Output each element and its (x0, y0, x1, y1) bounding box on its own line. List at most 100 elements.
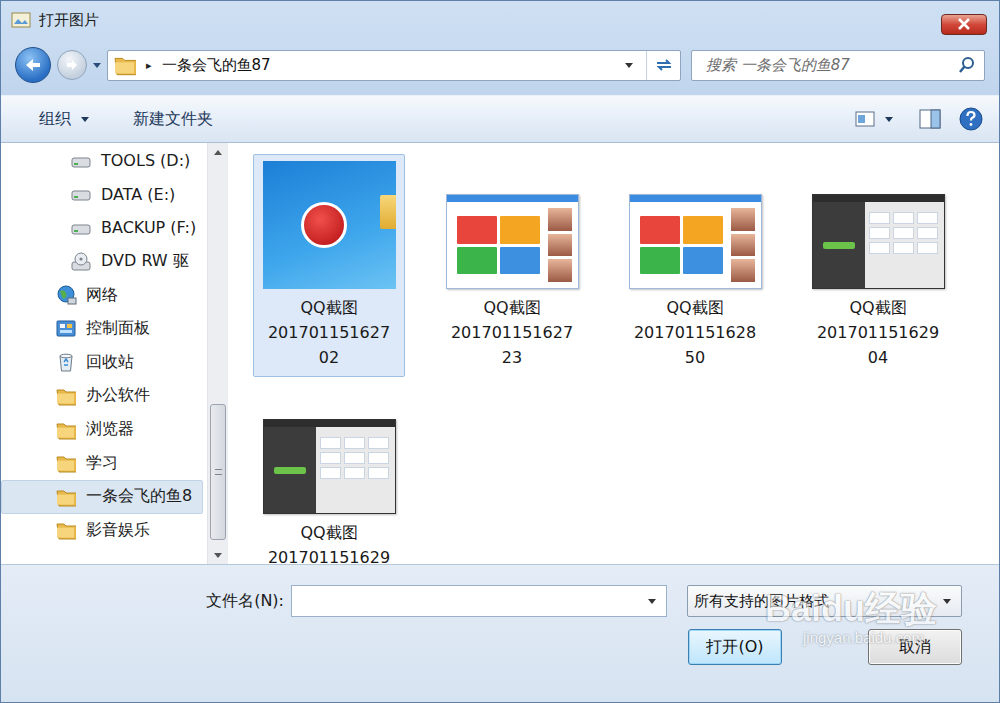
sidebar-item[interactable]: 浏览器 (1, 413, 203, 447)
thumb-tile (683, 247, 723, 275)
sidebar-item[interactable]: 回收站 (1, 346, 203, 380)
close-icon (957, 18, 971, 30)
organize-button[interactable]: 组织 (39, 109, 89, 130)
dialog-button[interactable]: 打开(O) (688, 629, 782, 665)
address-dropdown[interactable] (612, 51, 646, 80)
watermark-url: jingyan.baidu.com (803, 629, 924, 646)
file-name: QQ截图20170115162723 (450, 295, 574, 370)
sidebar-icon-slot (55, 284, 77, 306)
sidebar-item[interactable]: 网络 (1, 278, 203, 312)
file-name: QQ截图20170115162850 (633, 295, 757, 370)
help-icon[interactable] (959, 107, 983, 131)
sidebar-icon-slot (70, 183, 92, 205)
thumb-body (264, 427, 395, 513)
toolbar: 组织 新建文件夹 (1, 95, 999, 143)
search-placeholder: 搜索 一条会飞的鱼87 (706, 56, 850, 75)
sidebar-item[interactable]: 控制面板 (1, 312, 203, 346)
sidebar-icon-slot (55, 419, 77, 441)
refresh-button[interactable] (646, 51, 680, 80)
address-bar[interactable]: ▸ 一条会飞的鱼87 (107, 50, 681, 81)
new-folder-button[interactable]: 新建文件夹 (133, 109, 213, 130)
thumb-photos (548, 208, 572, 282)
file-item[interactable]: QQ截图20170115162702 (253, 154, 405, 377)
thumb-photo (548, 208, 572, 231)
grip-icon (215, 469, 222, 475)
thumb-titlebar (447, 195, 578, 202)
filename-input[interactable] (291, 585, 667, 617)
thumb-tile (640, 247, 680, 275)
thumb-cell (320, 452, 341, 464)
main-area: TOOLS (D:)DATA (E:)BACKUP (F:)DVD RW 驱网络… (1, 143, 999, 564)
sidebar-item[interactable]: 学习 (1, 446, 203, 480)
folder-icon (56, 487, 76, 507)
thumb-photos (731, 208, 755, 282)
folder-icon (56, 520, 76, 540)
sidebar-item[interactable]: DVD RW 驱 (1, 245, 203, 279)
sidebar-item[interactable]: DATA (E:) (1, 178, 203, 212)
thumb-body (630, 202, 761, 288)
sidebar-item[interactable]: 一条会飞的鱼8 (1, 480, 203, 514)
sidebar-icon-slot (55, 351, 77, 373)
thumb-cell (320, 467, 341, 479)
sidebar-item[interactable]: 影音娱乐 (1, 514, 203, 548)
preview-pane-icon[interactable] (919, 109, 941, 129)
sidebar-icon-slot (55, 452, 77, 474)
scroll-thumb[interactable] (210, 404, 226, 540)
watermark-brand: Baidu经验 (765, 589, 937, 629)
close-button[interactable] (941, 14, 987, 35)
file-item[interactable]: QQ截图20170115162723 (436, 154, 588, 377)
thumb-photo (731, 259, 755, 282)
thumb-cell (917, 212, 938, 224)
forward-button[interactable] (57, 50, 87, 80)
sidebar-icon-slot (55, 486, 77, 508)
dropdown-arrow-icon (943, 599, 951, 604)
scroll-up-button[interactable] (208, 143, 228, 161)
file-type-select[interactable]: 所有支持的图片格式 (687, 585, 962, 617)
dropdown-arrow-icon (885, 117, 893, 122)
thumb-photo (731, 208, 755, 231)
thumb-tile (500, 216, 540, 244)
toolbar-right (855, 107, 983, 131)
file-thumbnail (263, 161, 396, 289)
file-item[interactable]: QQ截图20170115162904 (802, 154, 954, 377)
thumbnail-box (629, 159, 762, 289)
watermark: Baidu经验jingyan.baidu.com (765, 589, 937, 646)
history-dropdown-icon[interactable] (93, 63, 101, 68)
recycle-bin-icon (55, 351, 77, 373)
control-panel-icon (55, 318, 77, 340)
thumb-cell (893, 227, 914, 239)
sidebar-scrollbar[interactable] (207, 143, 228, 564)
scroll-down-button[interactable] (208, 546, 228, 564)
view-button[interactable] (855, 111, 893, 127)
dropdown-arrow-icon[interactable] (648, 599, 656, 604)
file-item[interactable]: QQ截图20170115162850 (619, 154, 771, 377)
thumb-photo (731, 234, 755, 257)
sidebar-item[interactable]: BACKUP (F:) (1, 211, 203, 245)
thumb-cell (869, 227, 890, 239)
folder-icon (56, 386, 76, 406)
thumb-tile (457, 247, 497, 275)
drive-icon (70, 183, 92, 205)
folder-icon (56, 420, 76, 440)
thumb-side-panel (264, 427, 316, 513)
file-thumbnail (812, 194, 945, 289)
breadcrumb-separator[interactable]: ▸ (146, 59, 152, 72)
thumb-cell (893, 242, 914, 254)
thumb-body (813, 202, 944, 288)
thumb-photo (548, 259, 572, 282)
thumb-body (447, 202, 578, 288)
scroll-track[interactable] (208, 161, 228, 546)
sidebar-item[interactable]: TOOLS (D:) (1, 144, 203, 178)
thumb-grid (320, 433, 389, 507)
dialog-button[interactable]: 取消 (868, 629, 962, 665)
app-logo-icon (301, 202, 347, 248)
back-button[interactable] (15, 47, 51, 83)
open-dialog: 打开图片▸一条会飞的鱼87搜索 一条会飞的鱼87组织新建文件夹TOOLS (D:… (0, 0, 1000, 703)
sidebar-icon-slot (70, 150, 92, 172)
file-thumbnail (263, 419, 396, 514)
refresh-icon (654, 57, 674, 73)
breadcrumb-folder[interactable]: 一条会飞的鱼87 (162, 56, 271, 75)
sidebar-item[interactable]: 办公软件 (1, 379, 203, 413)
thumb-tile (500, 247, 540, 275)
search-box[interactable]: 搜索 一条会飞的鱼87 (691, 50, 985, 81)
